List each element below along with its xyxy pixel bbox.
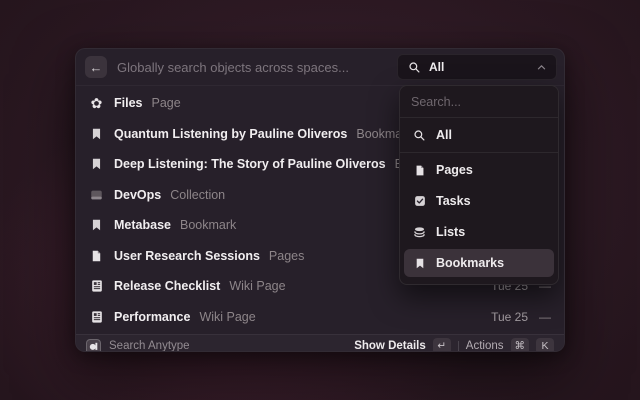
footer-divider: [458, 341, 459, 352]
bookmark-icon: [88, 127, 105, 141]
result-title: Files: [114, 96, 143, 110]
checkbox-icon: [412, 195, 427, 207]
page-icon: [88, 249, 105, 263]
filter-option-label: Pages: [436, 163, 473, 177]
flower-icon: ✿: [88, 96, 105, 110]
result-type: Wiki Page: [229, 279, 285, 293]
filter-option-label: Tasks: [436, 194, 471, 208]
result-row-performance[interactable]: Performance Wiki Page Tue 25 —: [76, 302, 564, 333]
result-title: Release Checklist: [114, 279, 220, 293]
filter-option-lists[interactable]: Lists: [404, 218, 554, 246]
k-key-icon: K: [536, 338, 554, 352]
back-button[interactable]: ←: [85, 56, 107, 78]
filter-option-label: Bookmarks: [436, 256, 504, 270]
filter-selected-value: All: [429, 60, 444, 74]
result-date: Tue 25: [491, 310, 528, 324]
filter-dropdown-button[interactable]: All: [397, 54, 557, 80]
dropdown-search-input[interactable]: [411, 95, 547, 109]
result-title: Quantum Listening by Pauline Oliveros: [114, 127, 347, 141]
result-title: Deep Listening: The Story of Pauline Oli…: [114, 157, 386, 171]
search-topbar: ← All: [76, 49, 564, 86]
more-dash-icon[interactable]: —: [539, 310, 550, 324]
global-search-input[interactable]: [117, 60, 387, 75]
enter-key-icon: ↵: [433, 338, 451, 352]
dropdown-separator: [400, 152, 558, 153]
anytype-logo-icon: [86, 339, 101, 353]
result-title: Performance: [114, 310, 190, 324]
search-icon: [407, 61, 422, 74]
layers-icon: [412, 226, 427, 239]
result-title: DevOps: [114, 188, 161, 202]
footer-left-label: Search Anytype: [109, 340, 190, 352]
command-key-icon: ⌘: [511, 338, 530, 352]
actions-button[interactable]: Actions: [466, 340, 504, 352]
global-search-modal: ← All ✿ Files Page Quantum Listening by …: [75, 48, 565, 352]
filter-option-tasks[interactable]: Tasks: [404, 187, 554, 215]
result-type: Page: [152, 96, 181, 110]
result-title: User Research Sessions: [114, 249, 260, 263]
dropdown-separator: [400, 117, 558, 118]
bookmark-icon: [88, 218, 105, 232]
search-footer: Search Anytype Show Details ↵ Actions ⌘ …: [76, 334, 564, 352]
wiki-page-icon: [88, 279, 105, 293]
collection-icon: [88, 188, 105, 202]
result-type: Wiki Page: [199, 310, 255, 324]
filter-option-pages[interactable]: Pages: [404, 156, 554, 184]
filter-option-all[interactable]: All: [404, 121, 554, 149]
filter-option-bookmarks[interactable]: Bookmarks: [404, 249, 554, 277]
filter-option-label: Lists: [436, 225, 465, 239]
dropdown-search: [400, 86, 558, 117]
page-icon: [412, 164, 427, 177]
search-icon: [412, 129, 427, 142]
show-details-button[interactable]: Show Details: [354, 340, 426, 352]
result-type: Pages: [269, 249, 304, 263]
wiki-page-icon: [88, 310, 105, 324]
bookmark-icon: [412, 257, 427, 270]
result-type: Bookmark: [180, 218, 236, 232]
back-arrow-icon: ←: [90, 60, 103, 75]
filter-option-label: All: [436, 128, 452, 142]
bookmark-icon: [88, 157, 105, 171]
result-type: Collection: [170, 188, 225, 202]
filter-dropdown-panel: All Pages Tasks Lists Bookmarks: [399, 85, 559, 285]
result-title: Metabase: [114, 218, 171, 232]
chevron-up-icon: [536, 62, 547, 73]
